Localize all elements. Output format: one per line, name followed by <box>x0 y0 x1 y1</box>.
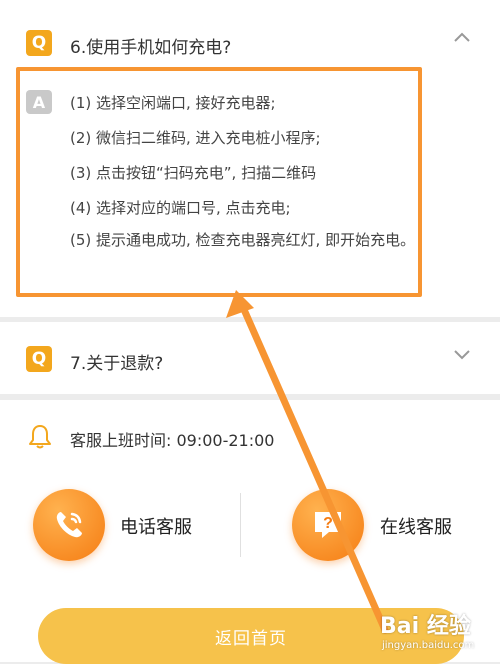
divider <box>240 493 241 557</box>
bell-icon <box>29 425 51 449</box>
service-hours: 客服上班时间: 09:00-21:00 <box>70 431 275 450</box>
highlight-box <box>16 67 422 297</box>
question-badge: Q <box>26 30 52 56</box>
faq-item-7[interactable]: Q 7.关于退款? <box>0 322 500 394</box>
phone-service-button[interactable] <box>33 489 105 561</box>
chevron-up-icon[interactable] <box>452 30 472 44</box>
phone-icon <box>56 512 82 538</box>
return-home-button[interactable]: 返回首页 <box>38 608 464 664</box>
chevron-down-icon[interactable] <box>452 348 472 362</box>
online-service-button[interactable]: ? <box>292 489 364 561</box>
chat-question-glyph: ? <box>323 515 333 532</box>
online-service-label[interactable]: 在线客服 <box>380 513 452 539</box>
question-title: 6.使用手机如何充电? <box>70 38 232 58</box>
question-badge: Q <box>26 346 52 372</box>
phone-service-label[interactable]: 电话客服 <box>120 513 192 539</box>
chat-question-icon: ? <box>315 512 341 538</box>
question-title: 7.关于退款? <box>70 354 164 374</box>
